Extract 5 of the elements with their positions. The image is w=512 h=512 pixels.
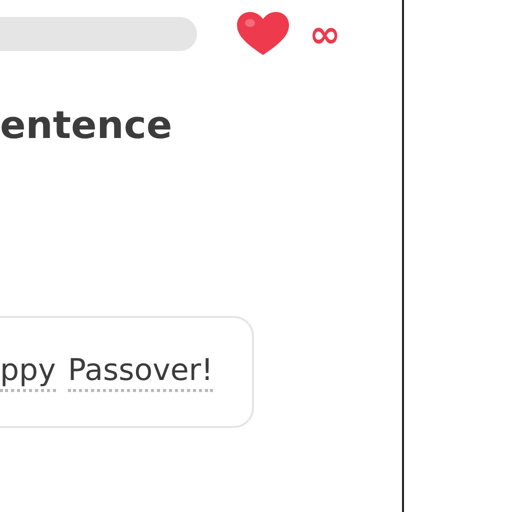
sentence-word[interactable]: Passover! [68, 352, 214, 392]
hearts-count: ∞ [309, 15, 341, 53]
exercise-title: entence [0, 106, 174, 144]
sentence-word[interactable]: ppy [0, 352, 56, 392]
heart-icon [235, 11, 291, 57]
